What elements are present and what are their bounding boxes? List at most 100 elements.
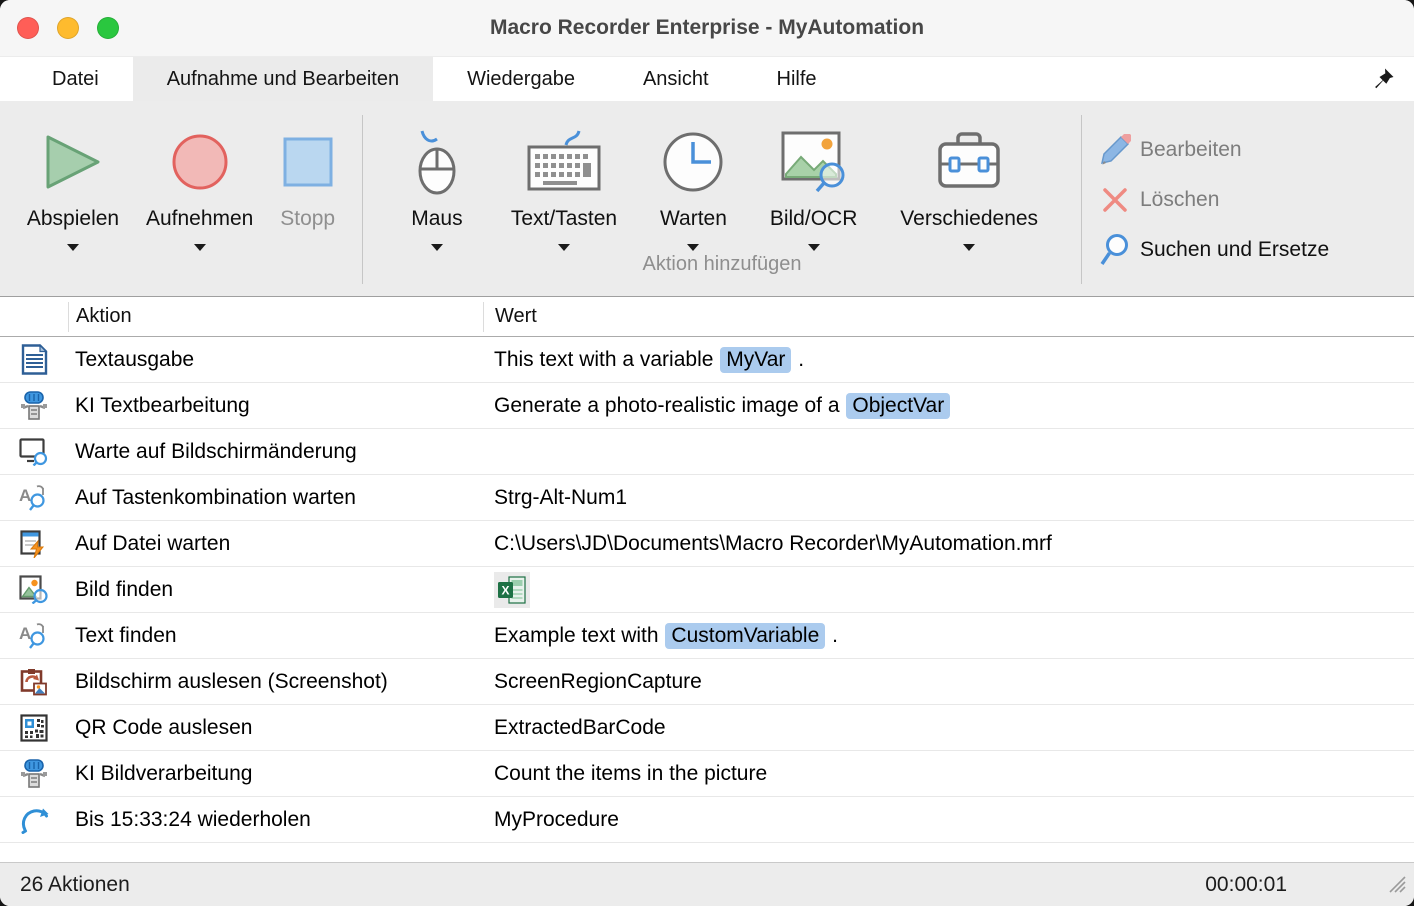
misc-label: Verschiedenes	[900, 207, 1038, 231]
robot-icon	[0, 759, 68, 789]
value-cell: ExtractedBarCode	[483, 716, 1414, 740]
text-keys-label: Text/Tasten	[511, 207, 617, 231]
action-label: KI Textbearbeitung	[68, 394, 483, 418]
ribbon-toolbar: Abspielen Aufnehmen Stopp	[0, 101, 1414, 297]
resize-grip[interactable]	[1384, 871, 1406, 899]
delete-x-icon	[1098, 185, 1132, 215]
excel-icon: X	[494, 572, 530, 608]
menu-tab-datei[interactable]: Datei	[18, 57, 133, 101]
clock-icon	[661, 121, 725, 203]
mouse-icon	[406, 121, 468, 203]
status-bar: 26 Aktionen 00:00:01	[0, 862, 1414, 906]
text-keys-button[interactable]: Text/Tasten	[511, 121, 617, 251]
play-button[interactable]: Abspielen	[27, 121, 119, 296]
table-row[interactable]: Auf Datei wartenC:\Users\JD\Documents\Ma…	[0, 521, 1414, 567]
menu-bar: Datei Aufnahme und Bearbeiten Wiedergabe…	[0, 57, 1414, 101]
action-table-body: TextausgabeThis text with a variable MyV…	[0, 337, 1414, 843]
variable-chip: CustomVariable	[665, 623, 825, 649]
action-label: Auf Datei warten	[68, 532, 483, 556]
action-label: QR Code auslesen	[68, 716, 483, 740]
menu-tab-aufnahme-und-bearbeiten[interactable]: Aufnahme und Bearbeiten	[133, 57, 433, 101]
edit-button[interactable]: Bearbeiten	[1098, 125, 1414, 175]
value-cell: MyProcedure	[483, 808, 1414, 832]
stop-button[interactable]: Stopp	[280, 121, 335, 296]
picture-search-icon	[0, 575, 68, 604]
value-text: ExtractedBarCode	[494, 716, 666, 740]
add-action-group: Maus	[363, 101, 1081, 296]
value-text: .	[826, 624, 838, 648]
record-button[interactable]: Aufnehmen	[146, 121, 253, 296]
variable-chip: ObjectVar	[846, 393, 950, 419]
close-button[interactable]	[17, 17, 39, 39]
edit-group: Bearbeiten Löschen Suchen und Ersetze	[1082, 101, 1414, 296]
robot-icon	[0, 391, 68, 421]
table-row[interactable]: TextausgabeThis text with a variable MyV…	[0, 337, 1414, 383]
image-ocr-button[interactable]: Bild/OCR	[770, 121, 858, 251]
app-window: Macro Recorder Enterprise - MyAutomation…	[0, 0, 1414, 906]
zoom-button[interactable]	[97, 17, 119, 39]
column-header-value[interactable]: Wert	[483, 302, 1414, 332]
table-row[interactable]: KI TextbearbeitungGenerate a photo-reali…	[0, 383, 1414, 429]
file-flash-icon	[0, 530, 68, 558]
value-text: Count the items in the picture	[494, 762, 767, 786]
wait-label: Warten	[660, 207, 727, 231]
table-row[interactable]: A Text finden Example text with CustomVari…	[0, 613, 1414, 659]
chevron-down-icon[interactable]	[808, 244, 820, 251]
value-text: Strg-Alt-Num1	[494, 486, 627, 510]
action-label: Text finden	[68, 624, 483, 648]
table-row[interactable]: KI BildverarbeitungCount the items in th…	[0, 751, 1414, 797]
value-cell: ScreenRegionCapture	[483, 670, 1414, 694]
table-row[interactable]: QR Code auslesen ExtractedBarCode	[0, 705, 1414, 751]
wait-button[interactable]: Warten	[660, 121, 727, 251]
chevron-down-icon[interactable]	[194, 244, 206, 251]
traffic-lights	[17, 0, 119, 56]
keyboard-icon	[524, 121, 604, 203]
table-row[interactable]: AAuf Tastenkombination wartenStrg-Alt-Nu…	[0, 475, 1414, 521]
value-cell: Generate a photo-realistic image of a Ob…	[483, 393, 1414, 419]
image-ocr-label: Bild/OCR	[770, 207, 858, 231]
delete-label: Löschen	[1140, 188, 1219, 212]
edit-label: Bearbeiten	[1140, 138, 1242, 162]
table-row[interactable]: Warte auf Bildschirmänderung	[0, 429, 1414, 475]
value-text: .	[792, 348, 804, 372]
screenshot-icon	[0, 667, 68, 697]
action-count: 26 Aktionen	[20, 873, 1205, 897]
menu-tab-ansicht[interactable]: Ansicht	[609, 57, 743, 101]
transport-group: Abspielen Aufnehmen Stopp	[0, 101, 362, 296]
minimize-button[interactable]	[57, 17, 79, 39]
mouse-button[interactable]: Maus	[406, 121, 468, 251]
value-text: ScreenRegionCapture	[494, 670, 702, 694]
chevron-down-icon[interactable]	[431, 244, 443, 251]
value-text: Generate a photo-realistic image of a	[494, 394, 845, 418]
search-replace-button[interactable]: Suchen und Ersetze	[1098, 225, 1414, 275]
table-row[interactable]: Bildschirm auslesen (Screenshot) ScreenRe…	[0, 659, 1414, 705]
delete-button[interactable]: Löschen	[1098, 175, 1414, 225]
chevron-down-icon[interactable]	[687, 244, 699, 251]
chevron-down-icon[interactable]	[67, 244, 79, 251]
table-row[interactable]: Bild findenX	[0, 567, 1414, 613]
value-cell: C:\Users\JD\Documents\Macro Recorder\MyA…	[483, 532, 1414, 556]
value-text: MyProcedure	[494, 808, 619, 832]
column-header-action[interactable]: Aktion	[68, 302, 483, 332]
variable-chip: MyVar	[720, 347, 791, 373]
chevron-down-icon[interactable]	[558, 244, 570, 251]
value-text: This text with a variable	[494, 348, 719, 372]
value-cell: X	[483, 572, 1414, 608]
action-label: Bildschirm auslesen (Screenshot)	[68, 670, 483, 694]
elapsed-time: 00:00:01	[1205, 873, 1287, 897]
pin-icon[interactable]	[1374, 57, 1394, 101]
chevron-down-icon[interactable]	[963, 244, 975, 251]
value-text: Example text with	[494, 624, 664, 648]
stop-label: Stopp	[280, 207, 335, 231]
value-cell: This text with a variable MyVar .	[483, 347, 1414, 373]
menu-tab-wiedergabe[interactable]: Wiedergabe	[433, 57, 609, 101]
screen-search-icon	[0, 438, 68, 466]
misc-button[interactable]: Verschiedenes	[900, 121, 1038, 251]
play-label: Abspielen	[27, 207, 119, 231]
action-label: Textausgabe	[68, 348, 483, 372]
menu-tab-hilfe[interactable]: Hilfe	[743, 57, 851, 101]
table-row[interactable]: Bis 15:33:24 wiederholenMyProcedure	[0, 797, 1414, 843]
svg-text:A: A	[19, 624, 31, 643]
value-cell: Strg-Alt-Num1	[483, 486, 1414, 510]
window-title: Macro Recorder Enterprise - MyAutomation	[490, 16, 924, 40]
